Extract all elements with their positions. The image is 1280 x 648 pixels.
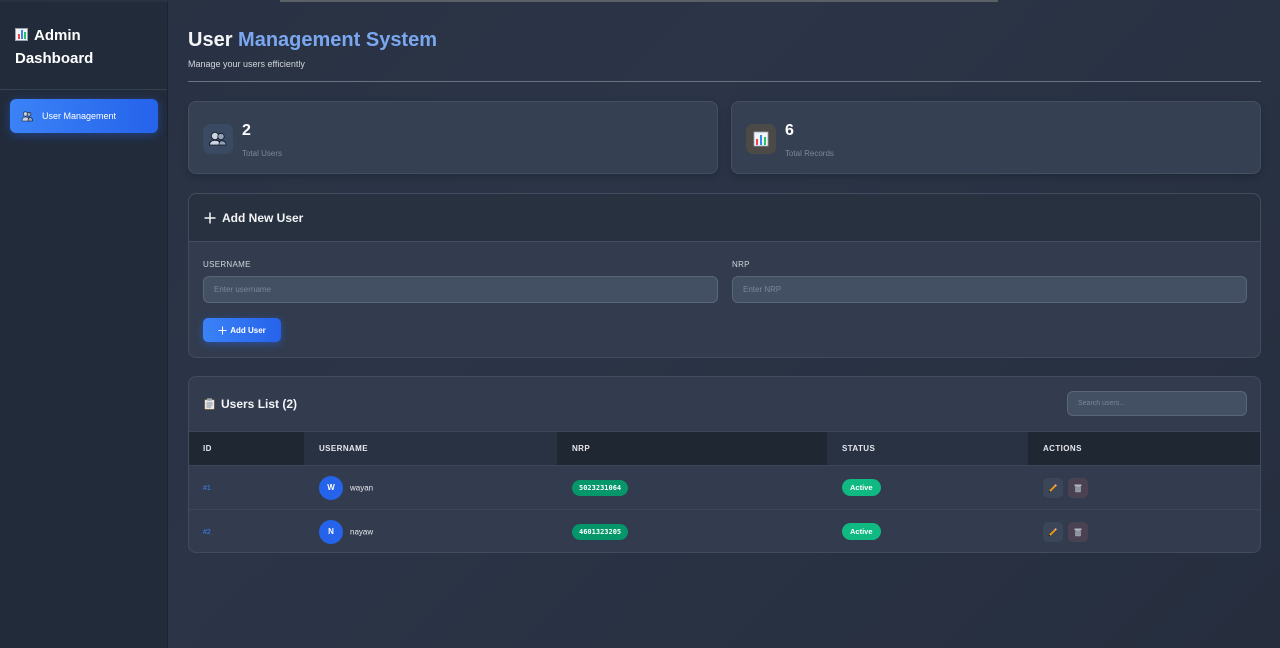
- sidebar-item-label: User Management: [42, 111, 117, 121]
- edit-button[interactable]: [1043, 521, 1063, 542]
- column-header-status: STATUS: [827, 431, 1028, 466]
- add-user-heading: Add New User: [222, 211, 304, 225]
- nrp-badge: 5023231064: [572, 479, 629, 496]
- clipboard-icon: [204, 398, 215, 410]
- plus-icon: [204, 212, 216, 224]
- users-list-card: Users List (2) ID USERNAME NRP STATUS AC…: [188, 376, 1261, 553]
- page-title-part2: Management System: [238, 29, 438, 51]
- sidebar-item-user-management[interactable]: User Management: [10, 99, 158, 133]
- plus-icon: [218, 326, 227, 335]
- search-input[interactable]: [1067, 391, 1247, 416]
- avatar: W: [319, 475, 343, 500]
- edit-button[interactable]: [1043, 477, 1063, 498]
- users-icon: [203, 124, 233, 154]
- column-header-actions: ACTIONS: [1028, 431, 1260, 466]
- user-id-link[interactable]: #1: [203, 485, 211, 492]
- window-top-edge: [280, 0, 998, 2]
- pencil-icon: [1048, 527, 1057, 537]
- brand-line1: Admin: [34, 27, 81, 44]
- stat-value: 2: [242, 122, 251, 139]
- trash-icon: [1074, 528, 1082, 536]
- stat-value: 6: [785, 122, 794, 139]
- stat-card-total-users: 2 Total Users: [188, 101, 718, 174]
- delete-button[interactable]: [1068, 521, 1089, 542]
- users-table: ID USERNAME NRP STATUS ACTIONS #1 Wwayan…: [189, 431, 1260, 553]
- brand: Admin Dashboard: [0, 2, 167, 90]
- table-row: #2 Nnayaw 4601323205 Active: [189, 510, 1260, 553]
- add-user-button[interactable]: Add User: [203, 318, 281, 342]
- brand-line2: Dashboard: [15, 50, 94, 67]
- table-row: #1 Wwayan 5023231064 Active: [189, 465, 1260, 510]
- users-icon: [21, 110, 33, 122]
- username-input[interactable]: [203, 276, 718, 303]
- header-divider: [188, 81, 1261, 82]
- sidebar: Admin Dashboard User Management: [0, 2, 168, 648]
- stat-label: Total Users: [242, 149, 283, 158]
- bar-chart-icon: [15, 28, 28, 41]
- stat-label: Total Records: [785, 149, 834, 158]
- page-subtitle: Manage your users efficiently: [188, 59, 305, 69]
- username-label: USERNAME: [203, 260, 251, 269]
- avatar: N: [319, 519, 343, 544]
- column-header-username: USERNAME: [304, 431, 557, 466]
- add-user-card: Add New User USERNAME NRP Add User: [188, 193, 1261, 358]
- column-header-nrp: NRP: [557, 431, 827, 466]
- username-cell: wayan: [350, 483, 374, 492]
- status-badge: Active: [842, 479, 881, 496]
- add-user-card-header: Add New User: [189, 194, 1260, 242]
- page-title: User Management System: [188, 29, 437, 52]
- status-badge: Active: [842, 523, 881, 541]
- pencil-icon: [1048, 483, 1057, 492]
- trash-icon: [1074, 484, 1082, 492]
- page-title-part1: User: [188, 29, 233, 51]
- column-header-id: ID: [189, 431, 304, 466]
- username-cell: nayaw: [350, 527, 374, 537]
- table-header-row: ID USERNAME NRP STATUS ACTIONS: [189, 431, 1260, 466]
- nrp-label: NRP: [732, 260, 750, 269]
- delete-button[interactable]: [1068, 477, 1089, 498]
- stat-card-total-records: 6 Total Records: [731, 101, 1261, 174]
- nrp-input[interactable]: [732, 276, 1247, 303]
- bar-chart-icon: [746, 124, 776, 154]
- users-list-heading: Users List (2): [221, 397, 298, 411]
- users-list-header: Users List (2): [204, 397, 297, 411]
- add-user-button-label: Add User: [230, 325, 266, 335]
- nrp-badge: 4601323205: [572, 523, 629, 540]
- user-id-link[interactable]: #2: [203, 529, 211, 536]
